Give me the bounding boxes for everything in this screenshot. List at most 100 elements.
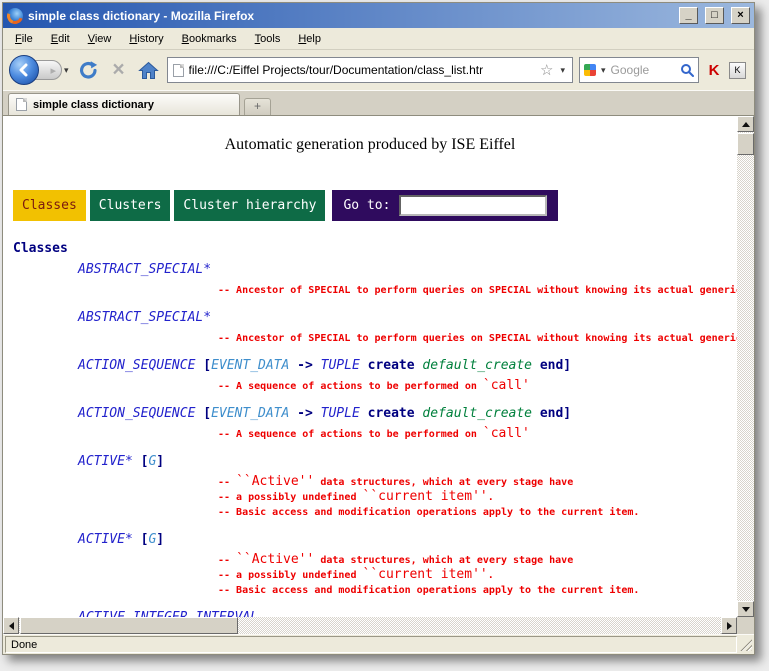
class-link[interactable]: TUPLE [321, 358, 360, 373]
vertical-scroll-thumb[interactable] [737, 133, 754, 155]
keyword: end] [532, 358, 571, 373]
stop-button[interactable]: × [107, 59, 131, 81]
class-link[interactable]: ABSTRACT_SPECIAL* [78, 262, 211, 277]
search-engine-caret[interactable]: ▾ [599, 65, 608, 76]
feature-link[interactable]: default_create [422, 358, 532, 373]
home-button[interactable] [137, 61, 161, 80]
keyword: create [360, 358, 423, 373]
class-entry-title: ABSTRACT_SPECIAL* [78, 262, 737, 278]
tab-strip: simple class dictionary + [3, 90, 754, 115]
search-bar[interactable]: ▾ Google [579, 57, 699, 83]
up-arrow-icon [742, 122, 750, 127]
classes-button[interactable]: Classes [13, 190, 86, 221]
search-magnifier-icon[interactable] [680, 63, 694, 77]
comment-text: -- A sequence of actions to be performed… [218, 381, 483, 392]
navigation-toolbar: ▸ ▾ × file:///C:/Eiffel Projects/tour/Do… [3, 50, 754, 90]
tab-simple-class-dictionary[interactable]: simple class dictionary [8, 93, 240, 115]
class-entry-title: ACTION_SEQUENCE [EVENT_DATA -> TUPLE cre… [78, 358, 737, 374]
menu-edit[interactable]: Edit [42, 30, 79, 48]
cluster-hierarchy-button[interactable]: Cluster hierarchy [174, 190, 325, 221]
reload-button[interactable] [77, 60, 101, 81]
class-link[interactable]: ABSTRACT_SPECIAL* [78, 310, 211, 325]
menu-help[interactable]: Help [289, 30, 330, 48]
keyword: [ [195, 406, 211, 421]
menu-tools[interactable]: Tools [246, 30, 290, 48]
vertical-scrollbar[interactable] [737, 116, 754, 617]
reload-icon [78, 60, 99, 81]
comment-text: -- Ancestor of SPECIAL to perform querie… [218, 285, 737, 296]
keyword: -> [289, 406, 320, 421]
keyword: -> [289, 358, 320, 373]
minimize-button[interactable]: _ [679, 7, 698, 24]
k-toolbar-button[interactable]: K [729, 62, 746, 79]
comment-text: -- Basic access and modification operati… [218, 585, 639, 596]
browser-window: simple class dictionary - Mozilla Firefo… [2, 2, 755, 655]
resize-grip-icon[interactable] [739, 638, 752, 651]
url-text[interactable]: file:///C:/Eiffel Projects/tour/Document… [189, 63, 535, 77]
class-entry-comment: -- A sequence of actions to be performed… [218, 422, 737, 437]
class-entry-comment: -- Basic access and modification operati… [218, 500, 737, 515]
keyword: ] [156, 532, 164, 547]
class-entry: ACTIVE* [G]-- ``Active'' data structures… [78, 532, 737, 593]
new-tab-button[interactable]: + [244, 98, 271, 115]
kaspersky-icon[interactable]: K [705, 62, 723, 79]
comment-text: -- A sequence of actions to be performed… [218, 429, 483, 440]
scroll-down-button[interactable] [737, 601, 754, 617]
class-entry: ACTION_SEQUENCE [EVENT_DATA -> TUPLE cre… [78, 406, 737, 437]
status-bar: Done [3, 634, 754, 654]
class-link[interactable]: ACTIVE* [78, 454, 133, 469]
firefox-icon [7, 8, 23, 24]
class-list: ABSTRACT_SPECIAL* -- Ancestor of SPECIAL … [13, 262, 737, 617]
comment-quoted-text: `call' [483, 378, 530, 393]
menu-history[interactable]: History [120, 30, 172, 48]
class-link[interactable]: ACTIVE_INTEGER_INTERVAL [78, 610, 258, 617]
page-viewport: Automatic generation produced by ISE Eif… [3, 116, 737, 617]
generic-param[interactable]: EVENT_DATA [211, 406, 289, 421]
home-icon [138, 61, 159, 80]
generic-param[interactable]: EVENT_DATA [211, 358, 289, 373]
horizontal-scroll-thumb[interactable] [20, 617, 238, 634]
comment-text: -- Basic access and modification operati… [218, 507, 639, 518]
menu-file[interactable]: File [6, 30, 42, 48]
feature-link[interactable]: default_create [422, 406, 532, 421]
class-entry-title: ACTIVE* [G] [78, 532, 737, 548]
menu-bookmarks[interactable]: Bookmarks [173, 30, 246, 48]
keyword: ] [156, 454, 164, 469]
back-button[interactable] [9, 55, 39, 85]
class-link[interactable]: ACTIVE* [78, 532, 133, 547]
class-entry-title: ACTIVE_INTEGER_INTERVAL [78, 610, 737, 617]
scroll-up-button[interactable] [737, 116, 754, 132]
back-forward-cluster: ▸ ▾ [9, 55, 71, 85]
class-entry-comment: -- a possibly undefined ``current item''… [218, 563, 737, 578]
class-link[interactable]: TUPLE [321, 406, 360, 421]
menu-bar: File Edit View History Bookmarks Tools H… [3, 28, 754, 50]
class-entry-title: ACTION_SEQUENCE [EVENT_DATA -> TUPLE cre… [78, 406, 737, 422]
down-arrow-icon [742, 607, 750, 612]
maximize-button[interactable]: □ [705, 7, 724, 24]
scrollbar-corner [737, 617, 754, 634]
location-dropdown-caret[interactable]: ▾ [558, 65, 567, 76]
scroll-right-button[interactable] [721, 617, 737, 634]
keyword: end] [532, 406, 571, 421]
horizontal-scrollbar[interactable] [3, 617, 737, 634]
location-bar[interactable]: file:///C:/Eiffel Projects/tour/Document… [167, 57, 573, 83]
class-entry-comment: -- A sequence of actions to be performed… [218, 374, 737, 389]
class-entry: ACTION_SEQUENCE [EVENT_DATA -> TUPLE cre… [78, 358, 737, 389]
comment-text: -- Ancestor of SPECIAL to perform querie… [218, 333, 737, 344]
forward-arrow-icon: ▸ [50, 64, 56, 77]
keyword: [ [133, 532, 149, 547]
class-link[interactable]: ACTION_SEQUENCE [78, 358, 195, 373]
history-dropdown-caret[interactable]: ▾ [62, 65, 71, 76]
close-button[interactable]: × [731, 7, 750, 24]
clusters-button[interactable]: Clusters [90, 190, 171, 221]
search-input[interactable]: Google [611, 63, 677, 77]
scroll-left-button[interactable] [3, 617, 19, 634]
title-bar: simple class dictionary - Mozilla Firefo… [3, 3, 754, 28]
class-entry-comment: -- Ancestor of SPECIAL to perform querie… [218, 326, 737, 341]
class-entry: ACTIVE* [G]-- ``Active'' data structures… [78, 454, 737, 515]
bookmark-star-icon[interactable]: ☆ [540, 63, 553, 78]
class-entry-comment: -- ``Active'' data structures, which at … [218, 548, 737, 563]
class-link[interactable]: ACTION_SEQUENCE [78, 406, 195, 421]
menu-view[interactable]: View [79, 30, 121, 48]
goto-input[interactable] [399, 195, 547, 216]
